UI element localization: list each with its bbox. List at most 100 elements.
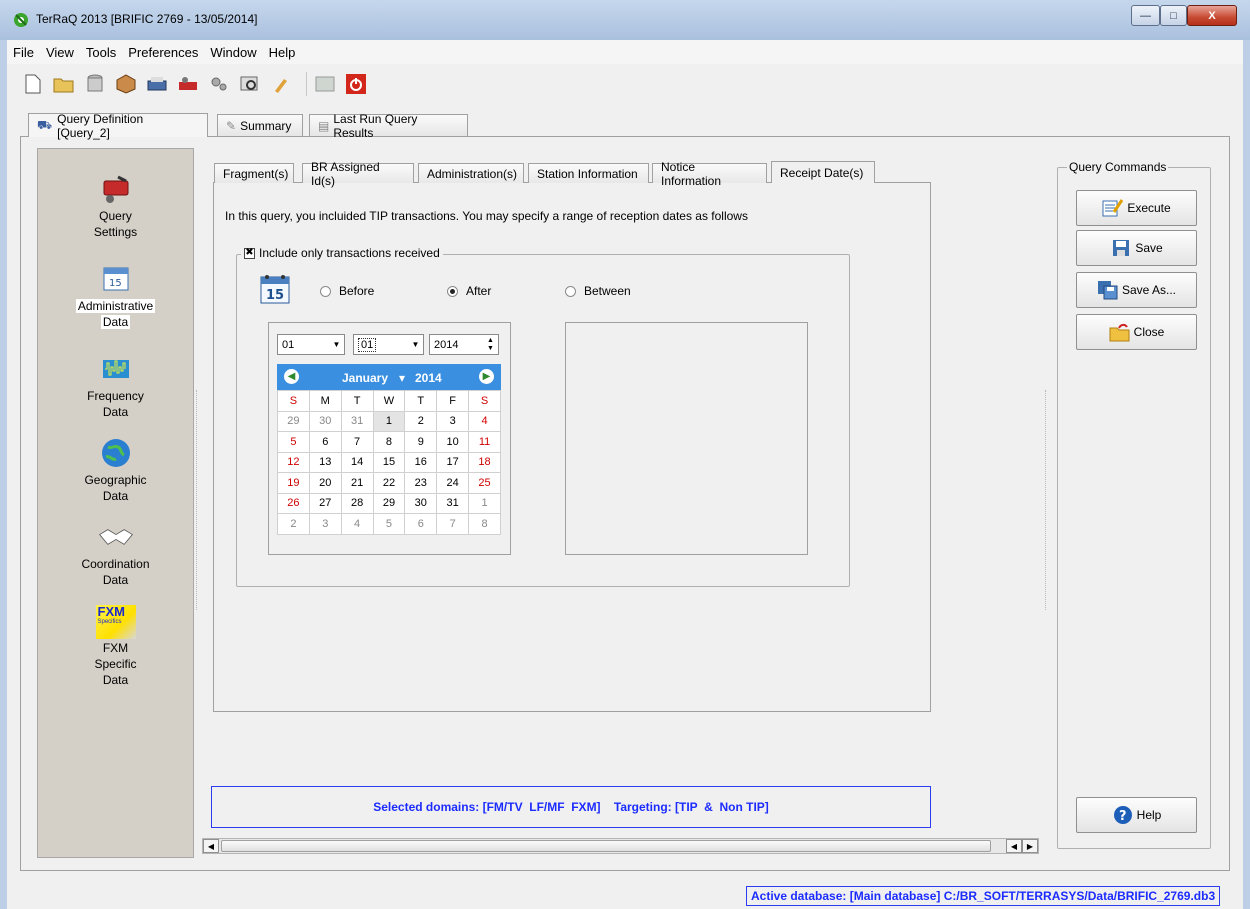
- calendar-day[interactable]: 5: [277, 431, 310, 453]
- nav-fxm-specific-data[interactable]: FXM Specifics FXM Specific Data: [38, 605, 193, 688]
- menu-file[interactable]: File: [7, 45, 40, 60]
- menu-view[interactable]: View: [40, 45, 80, 60]
- calendar-day[interactable]: 31: [436, 492, 470, 514]
- calendar-day[interactable]: 23: [404, 472, 438, 494]
- new-document-icon[interactable]: [21, 72, 45, 96]
- day-combo[interactable]: 01 ▼: [353, 334, 424, 355]
- brush-icon[interactable]: [269, 72, 293, 96]
- calendar-day[interactable]: 8: [468, 513, 501, 535]
- calendar-day[interactable]: 10: [436, 431, 470, 453]
- calendar-day[interactable]: 11: [468, 431, 501, 453]
- include-transactions-checkbox[interactable]: ✖ Include only transactions received: [241, 246, 443, 260]
- calendar-day[interactable]: 29: [372, 492, 406, 514]
- radio-before[interactable]: Before: [320, 284, 374, 298]
- calendar-day[interactable]: 7: [436, 513, 470, 535]
- open-folder-icon[interactable]: [52, 72, 76, 96]
- calendar-day[interactable]: 3: [436, 410, 470, 432]
- calendar-day[interactable]: 22: [372, 472, 406, 494]
- tab-notice-information[interactable]: Notice Information: [652, 160, 767, 188]
- calendar-day[interactable]: 26: [277, 492, 310, 514]
- scroll-left-arrow-icon[interactable]: ◀: [203, 839, 219, 853]
- calendar-day[interactable]: 31: [340, 410, 374, 432]
- scroll-right-arrow-icon[interactable]: ▶: [1022, 839, 1038, 853]
- search-icon[interactable]: [238, 72, 262, 96]
- calendar-day[interactable]: 2: [277, 513, 310, 535]
- package-icon[interactable]: [114, 72, 138, 96]
- settings-icon[interactable]: [207, 72, 231, 96]
- calendar-day[interactable]: 28: [340, 492, 374, 514]
- calendar-day[interactable]: 8: [372, 431, 406, 453]
- minimize-button[interactable]: —: [1131, 5, 1160, 26]
- calendar-day[interactable]: 7: [340, 431, 374, 453]
- help-button[interactable]: ? Help: [1076, 797, 1197, 833]
- close-window-button[interactable]: X: [1187, 5, 1237, 26]
- calendar-day[interactable]: 24: [436, 472, 470, 494]
- tools-icon[interactable]: [176, 72, 200, 96]
- menu-tools[interactable]: Tools: [80, 45, 122, 60]
- nav-query-settings[interactable]: Query Settings: [38, 171, 193, 239]
- calendar-day[interactable]: 5: [372, 513, 406, 535]
- calendar-day[interactable]: 20: [308, 472, 342, 494]
- close-button[interactable]: Close: [1076, 314, 1197, 350]
- calendar-day[interactable]: 12: [277, 451, 310, 473]
- tab-br-assigned-ids[interactable]: BR Assigned Id(s): [302, 160, 414, 188]
- tab-query-definition[interactable]: ⛟ Query Definition [Query_2]: [28, 112, 208, 140]
- printer-icon[interactable]: [145, 72, 169, 96]
- year-spinbox[interactable]: 2014 ▲ ▼: [429, 334, 499, 355]
- next-month-arrow-icon[interactable]: ▶: [479, 369, 494, 384]
- nav-frequency-data[interactable]: Frequency Data: [38, 351, 193, 419]
- calendar-day[interactable]: 6: [308, 431, 342, 453]
- database-icon[interactable]: [83, 72, 107, 96]
- menu-window[interactable]: Window: [204, 45, 262, 60]
- calendar-day[interactable]: 16: [404, 451, 438, 473]
- calendar-day[interactable]: 17: [436, 451, 470, 473]
- calendar-day[interactable]: 1: [468, 492, 501, 514]
- calendar-day[interactable]: 30: [404, 492, 438, 514]
- tab-last-run-results[interactable]: ▤ Last Run Query Results: [309, 112, 468, 140]
- calendar-day[interactable]: 21: [340, 472, 374, 494]
- tab-receipt-dates[interactable]: Receipt Date(s): [771, 161, 875, 183]
- calendar-day[interactable]: 27: [308, 492, 342, 514]
- calendar-day-selected[interactable]: 1: [372, 410, 406, 432]
- nav-geographic-data[interactable]: Geographic Data: [38, 435, 193, 503]
- radio-between[interactable]: Between: [565, 284, 631, 298]
- save-button[interactable]: Save: [1076, 230, 1197, 266]
- prev-month-arrow-icon[interactable]: ◀: [284, 369, 299, 384]
- calendar-month-label[interactable]: January: [342, 371, 388, 385]
- tab-summary[interactable]: ✎ Summary: [217, 114, 303, 136]
- scroll-left-arrow-icon[interactable]: ◀: [1006, 839, 1022, 853]
- calendar-day[interactable]: 9: [404, 431, 438, 453]
- tab-fragments[interactable]: Fragment(s): [214, 163, 294, 183]
- calendar-day[interactable]: 13: [308, 451, 342, 473]
- tab-station-information[interactable]: Station Information: [528, 163, 649, 183]
- calendar-day[interactable]: 2: [404, 410, 438, 432]
- calendar-day[interactable]: 18: [468, 451, 501, 473]
- calendar-day[interactable]: 25: [468, 472, 501, 494]
- execute-button[interactable]: Execute: [1076, 190, 1197, 226]
- menu-help[interactable]: Help: [263, 45, 302, 60]
- scrollbar-thumb[interactable]: [221, 840, 991, 852]
- tab-administrations[interactable]: Administration(s): [418, 163, 524, 183]
- calendar-day[interactable]: 29: [277, 410, 310, 432]
- calendar-day[interactable]: 4: [340, 513, 374, 535]
- month-combo[interactable]: 01 ▼: [277, 334, 345, 355]
- calendar-day[interactable]: 30: [308, 410, 342, 432]
- horizontal-scrollbar[interactable]: ◀ ◀ ▶: [202, 838, 1039, 854]
- radio-after[interactable]: After: [447, 284, 491, 298]
- calendar-day[interactable]: 3: [308, 513, 342, 535]
- nav-coordination-data[interactable]: Coordination Data: [38, 519, 193, 587]
- right-splitter-handle[interactable]: [1045, 390, 1047, 610]
- calendar-day[interactable]: 6: [404, 513, 438, 535]
- calendar-month-dropdown-icon[interactable]: ▾: [399, 371, 405, 385]
- calendar-day[interactable]: 15: [372, 451, 406, 473]
- calendar-day[interactable]: 4: [468, 410, 501, 432]
- calendar-day[interactable]: 14: [340, 451, 374, 473]
- nav-administrative-data[interactable]: 15 Administrative Data: [38, 261, 193, 329]
- menu-preferences[interactable]: Preferences: [122, 45, 204, 60]
- power-icon[interactable]: [344, 72, 368, 96]
- left-splitter-handle[interactable]: [196, 390, 198, 610]
- calendar-day[interactable]: 19: [277, 472, 310, 494]
- save-as-button[interactable]: Save As...: [1076, 272, 1197, 308]
- calendar-year-label[interactable]: 2014: [415, 371, 442, 385]
- maximize-button[interactable]: □: [1160, 5, 1187, 26]
